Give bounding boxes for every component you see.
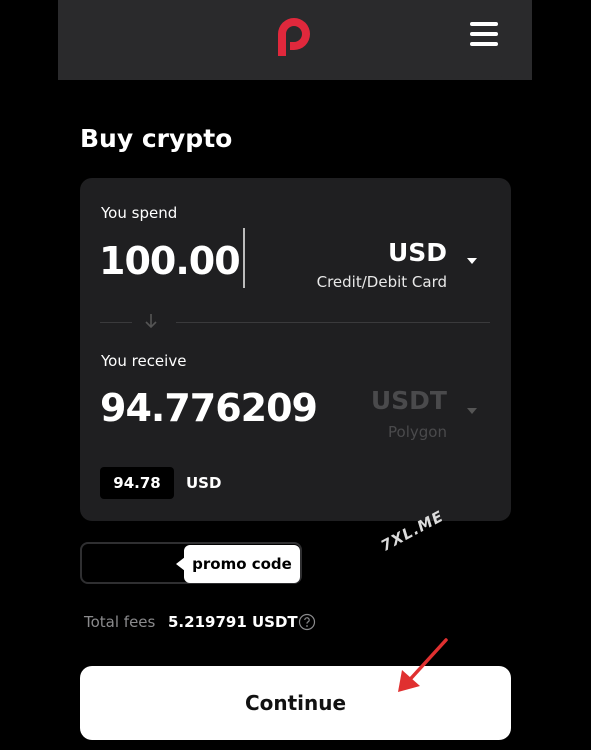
spend-label: You spend (101, 204, 178, 222)
receive-fiat-value: 94.78 (100, 467, 174, 499)
receive-currency[interactable]: USDT (371, 386, 447, 415)
receive-network[interactable]: Polygon (388, 423, 447, 441)
payment-method[interactable]: Credit/Debit Card (317, 273, 447, 291)
question-help-icon[interactable] (298, 613, 316, 631)
receive-fiat-currency: USD (186, 474, 222, 492)
brand-p-logo-icon[interactable] (270, 14, 318, 58)
red-annotation-arrow-icon (398, 638, 448, 692)
receive-label: You receive (101, 352, 187, 370)
hamburger-menu-icon[interactable] (470, 22, 498, 46)
receive-currency-chevron-down-icon[interactable] (467, 408, 477, 414)
exchange-card: You spend USD Credit/Debit Card You rece… (80, 178, 511, 521)
arrow-down-icon (145, 314, 157, 329)
divider (100, 322, 132, 323)
page-title: Buy crypto (80, 124, 233, 153)
promo-code-button[interactable]: promo code (184, 545, 300, 583)
spend-currency[interactable]: USD (388, 238, 447, 267)
input-caret (243, 228, 245, 288)
header-wave-decoration (58, 62, 532, 80)
receive-amount: 94.776209 (100, 386, 318, 430)
spend-currency-chevron-down-icon[interactable] (467, 258, 477, 264)
total-fees-value: 5.219791 USDT (168, 613, 298, 631)
divider (176, 322, 490, 323)
total-fees-label: Total fees (84, 613, 156, 631)
